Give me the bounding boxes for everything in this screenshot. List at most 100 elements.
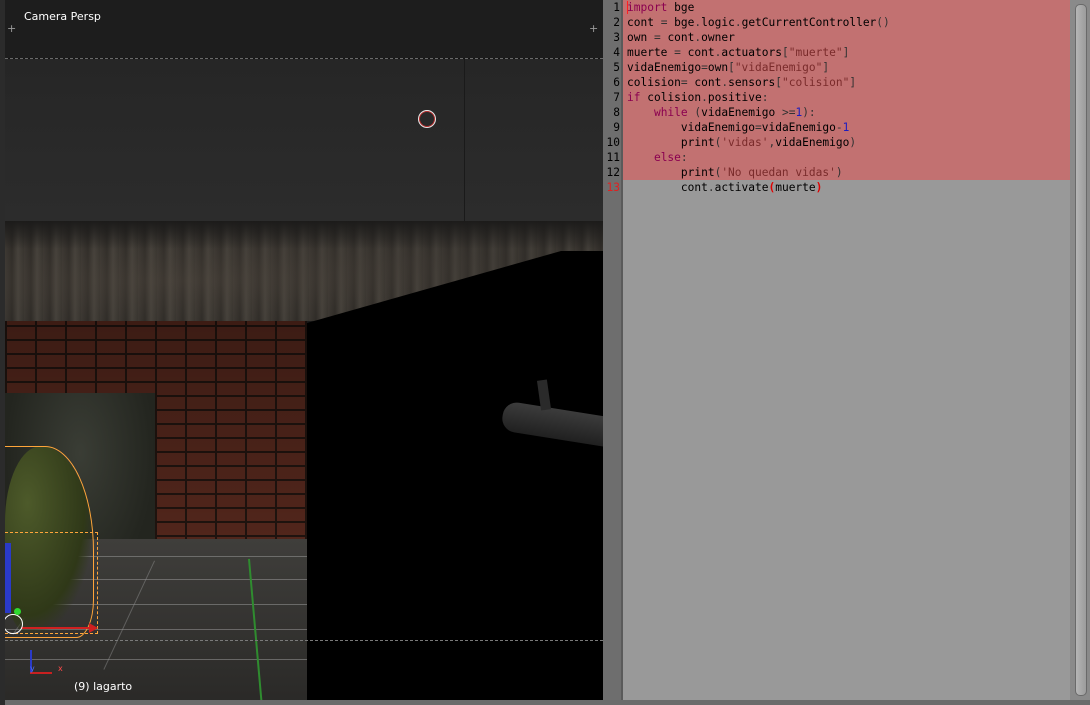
- code-token: >=: [781, 106, 796, 119]
- code-token: owner: [701, 31, 735, 44]
- code-token: [: [781, 46, 789, 59]
- line-number: 9: [613, 121, 620, 134]
- viewport-upper-band: [5, 59, 603, 221]
- code-token: muerte: [775, 181, 816, 194]
- viewport-band-divider: [464, 59, 465, 221]
- code-line[interactable]: colision= cont.sensors["colision"]: [627, 75, 890, 90]
- code-token: ]: [842, 46, 850, 59]
- code-token: else: [653, 151, 681, 164]
- code-line[interactable]: muerte = cont.actuators["muerte"]: [627, 45, 890, 60]
- code-token: muerte: [627, 46, 675, 59]
- code-token: =: [653, 31, 661, 44]
- code-token: :: [761, 91, 769, 104]
- code-line[interactable]: print('No quedan vidas'): [627, 165, 890, 180]
- code-token: 'No quedan vidas': [721, 166, 836, 179]
- line-number: 4: [613, 46, 620, 59]
- object-origin-icon: [14, 608, 21, 615]
- arrow-head-icon[interactable]: [89, 623, 98, 633]
- code-token: positive: [707, 91, 762, 104]
- text-editor[interactable]: 1 2 3 4 5 6 7 8 9 10 11 12 13 import bge cont = bge.l…: [603, 0, 1090, 705]
- code-line[interactable]: if colision.positive:: [627, 90, 890, 105]
- code-line[interactable]: own = cont.owner: [627, 30, 890, 45]
- camera-frame-top-border: [5, 58, 603, 59]
- gizmo-x-label: x: [58, 664, 63, 673]
- code-token: print: [627, 136, 715, 149]
- x-axis-arrow[interactable]: [21, 627, 91, 629]
- line-number: 12: [606, 166, 620, 179]
- code-line[interactable]: import bge: [627, 0, 890, 15]
- code-area[interactable]: import bge cont = bge.logic.getCurrentCon…: [627, 0, 890, 195]
- code-line[interactable]: cont = bge.logic.getCurrentController(): [627, 15, 890, 30]
- editor-scrollbar[interactable]: [1070, 0, 1090, 700]
- code-token: :: [680, 151, 688, 164]
- rendered-scene: [5, 221, 603, 705]
- code-token: ):: [802, 106, 816, 119]
- line-number: 2: [613, 16, 620, 29]
- black-box-object: [307, 251, 603, 705]
- code-token: actuators: [721, 46, 782, 59]
- code-token: =: [680, 76, 688, 89]
- code-line[interactable]: vidaEnemigo=own["vidaEnemigo"]: [627, 60, 890, 75]
- blender-window: Camera Persp + + y x (9) lagarto 1 2 3 4…: [0, 0, 1090, 705]
- code-token: bge: [667, 1, 695, 14]
- code-line[interactable]: else:: [627, 150, 890, 165]
- code-token: while: [653, 106, 688, 119]
- code-token: import: [627, 1, 668, 14]
- code-line[interactable]: while (vidaEnemigo >=1):: [627, 105, 890, 120]
- crosshair-icon: [418, 110, 436, 128]
- code-token: print: [627, 166, 715, 179]
- viewport-header-bar[interactable]: [5, 700, 603, 705]
- code-token: 'vidas': [721, 136, 769, 149]
- viewport-top-region: [5, 0, 603, 58]
- code-token: vidaEnemigo: [627, 61, 702, 74]
- code-token: getCurrentController: [741, 16, 877, 29]
- code-token: 1: [842, 121, 850, 134]
- code-token: ]: [849, 76, 857, 89]
- code-token: own: [627, 31, 654, 44]
- code-token: if: [627, 91, 641, 104]
- line-number: 7: [613, 91, 620, 104]
- line-numbers: 1 2 3 4 5 6 7 8 9 10 11 12 13: [603, 0, 621, 195]
- 3d-viewport[interactable]: Camera Persp + + y x (9) lagarto: [0, 0, 604, 705]
- code-token: colision: [627, 76, 681, 89]
- code-line[interactable]: cont.activate(muerte): [627, 180, 890, 195]
- text-cursor: [627, 1, 628, 14]
- z-axis-handle[interactable]: [5, 543, 11, 613]
- code-token: cont: [627, 16, 661, 29]
- code-token: activate: [714, 181, 769, 194]
- code-token: logic: [701, 16, 735, 29]
- scrollbar-thumb[interactable]: [1075, 4, 1087, 696]
- code-line[interactable]: print('vidas',vidaEnemigo): [627, 135, 890, 150]
- code-token: =: [674, 46, 681, 59]
- code-token: .: [701, 91, 708, 104]
- code-line[interactable]: vidaEnemigo=vidaEnemigo-1: [627, 120, 890, 135]
- line-number: 3: [613, 31, 620, 44]
- code-token: "colision": [781, 76, 850, 89]
- code-token: (: [687, 106, 702, 119]
- code-token: cont: [680, 46, 715, 59]
- line-number: 8: [613, 106, 620, 119]
- line-number: 5: [613, 61, 620, 74]
- camera-frame-bottom-border: [5, 640, 603, 641]
- code-token: ]: [822, 61, 830, 74]
- plus-icon[interactable]: +: [589, 23, 598, 34]
- code-token: cont: [687, 76, 722, 89]
- code-token: ): [849, 136, 857, 149]
- editor-header-bar[interactable]: [603, 700, 1090, 705]
- code-token: =: [701, 61, 708, 74]
- code-token: bge: [667, 16, 695, 29]
- line-number: 1: [613, 1, 620, 14]
- gizmo-y-label: y: [30, 664, 35, 673]
- code-token: -: [835, 121, 843, 134]
- code-token: own: [707, 61, 729, 74]
- plus-icon[interactable]: +: [7, 23, 16, 34]
- line-number: 6: [613, 76, 620, 89]
- line-number: 13: [606, 181, 620, 194]
- code-token: sensors: [728, 76, 776, 89]
- code-token: cont: [660, 31, 695, 44]
- code-token: .: [707, 181, 715, 194]
- code-token: vidaEnemigo: [775, 136, 850, 149]
- line-number: 11: [606, 151, 620, 164]
